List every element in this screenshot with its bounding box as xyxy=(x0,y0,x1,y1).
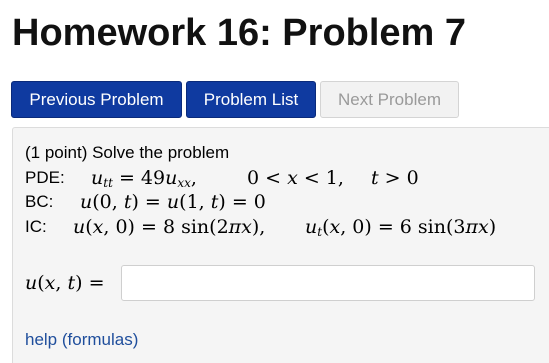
pde-domain-t: t > 0 xyxy=(371,167,419,189)
previous-problem-button[interactable]: Previous Problem xyxy=(11,81,182,118)
pde-domain-x: 0 < x < 1, xyxy=(247,167,344,189)
problem-navigation: Previous Problem Problem List Next Probl… xyxy=(11,81,459,118)
problem-intro: (1 point) Solve the problem xyxy=(25,143,230,162)
ic-label: IC: xyxy=(25,217,47,236)
problem-panel: (1 point) Solve the problem PDE: utt = 4… xyxy=(12,127,549,363)
page-title: Homework 16: Problem 7 xyxy=(12,12,467,54)
bc-equation: u(0, t) = u(1, t) = 0 xyxy=(80,191,266,213)
page: Homework 16: Problem 7 Previous Problem … xyxy=(0,0,549,363)
bc-label: BC: xyxy=(25,192,54,211)
next-problem-button: Next Problem xyxy=(320,81,459,118)
answer-input[interactable] xyxy=(121,265,535,301)
help-formulas-link[interactable]: help (formulas) xyxy=(25,328,138,352)
pde-label: PDE: xyxy=(25,168,65,187)
ic-equation-velocity: ut(x, 0) = 6 sin(3πx) xyxy=(305,216,497,239)
ic-equation-position: u(x, 0) = 8 sin(2πx), xyxy=(73,216,266,238)
answer-label: u(x, t) = xyxy=(25,272,105,294)
problem-list-button[interactable]: Problem List xyxy=(186,81,316,118)
